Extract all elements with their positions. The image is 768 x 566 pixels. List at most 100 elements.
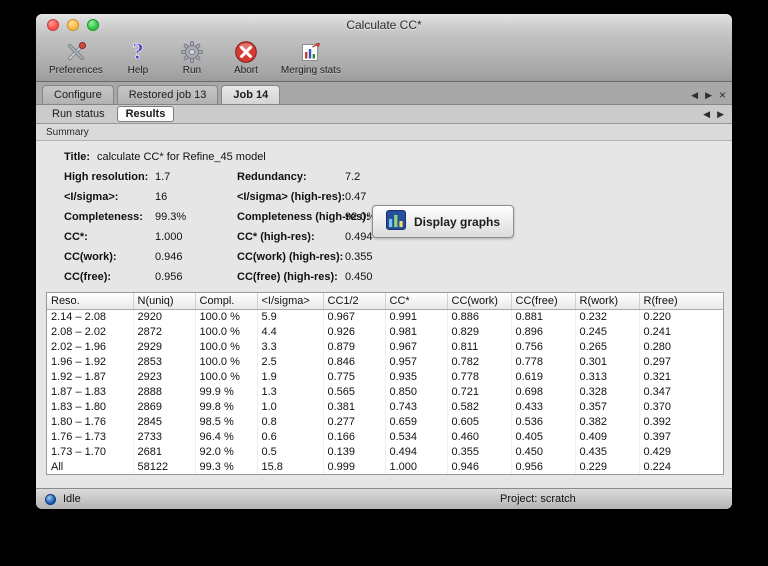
toolbar-label: Help bbox=[127, 65, 149, 76]
table-cell: 1.3 bbox=[257, 384, 324, 399]
summary-value: 0.450 bbox=[345, 271, 373, 283]
table-cell: 0.782 bbox=[447, 354, 512, 369]
table-cell: 0.957 bbox=[385, 354, 448, 369]
table-cell: 99.3 % bbox=[195, 459, 258, 474]
merging-stats-button[interactable]: Merging stats bbox=[278, 38, 344, 77]
subtab-scroll-right-icon[interactable]: ▶ bbox=[717, 109, 724, 120]
table-cell: 0.229 bbox=[575, 459, 640, 474]
table-cell: 58122 bbox=[133, 459, 196, 474]
table-cell: 0.536 bbox=[511, 414, 576, 429]
table-cell: 0.321 bbox=[639, 369, 723, 384]
column-header-r-free[interactable]: R(free) bbox=[639, 293, 723, 310]
table-row[interactable]: 2.08 – 2.02 2872 100.0 % 4.4 0.926 0.981 0.829… bbox=[47, 324, 723, 339]
help-button[interactable]: ? Help bbox=[116, 38, 160, 77]
table-cell: 100.0 % bbox=[195, 324, 258, 339]
table-row[interactable]: 2.14 – 2.08 2920 100.0 % 5.9 0.967 0.991 0.886… bbox=[47, 309, 723, 324]
zoom-window-button[interactable] bbox=[87, 19, 99, 31]
tab-scroll-right-icon[interactable]: ▶ bbox=[705, 90, 712, 100]
table-row[interactable]: 1.92 – 1.87 2923 100.0 % 1.9 0.775 0.935 0.778… bbox=[47, 369, 723, 384]
table-cell: 1.73 – 1.70 bbox=[47, 444, 134, 459]
summary-label: CC(free): bbox=[64, 271, 112, 283]
column-header-i-sigma[interactable]: <I/sigma> bbox=[257, 293, 324, 310]
toolbar-label: Abort bbox=[233, 65, 258, 76]
abort-button[interactable]: Abort bbox=[224, 38, 268, 77]
table-cell: All bbox=[47, 459, 134, 474]
table-cell: 0.429 bbox=[639, 444, 723, 459]
tab-restored-job-13[interactable]: Restored job 13 bbox=[116, 85, 219, 104]
table-cell: 0.698 bbox=[511, 384, 576, 399]
table-row[interactable]: 1.73 – 1.70 2681 92.0 % 0.5 0.139 0.494 0.355 0… bbox=[47, 444, 723, 459]
preferences-button[interactable]: Preferences bbox=[46, 38, 106, 77]
desktop-background: Calculate CC* Preferences ? Help Run Abo… bbox=[0, 0, 768, 566]
table-cell: 0.829 bbox=[447, 324, 512, 339]
minimize-window-button[interactable] bbox=[67, 19, 79, 31]
table-row[interactable]: 1.76 – 1.73 2733 96.4 % 0.6 0.166 0.534 0.460 0… bbox=[47, 429, 723, 444]
table-cell: 2920 bbox=[133, 309, 196, 324]
table-cell: 0.811 bbox=[447, 339, 512, 354]
summary-label: Redundancy: bbox=[237, 171, 307, 183]
table-cell: 0.405 bbox=[511, 429, 576, 444]
summary-value: calculate CC* for Refine_45 model bbox=[97, 151, 266, 163]
column-header-r-work[interactable]: R(work) bbox=[575, 293, 640, 310]
tab-scroll-left-icon[interactable]: ◀ bbox=[691, 90, 698, 100]
column-header-reso[interactable]: Reso. bbox=[47, 293, 134, 310]
table-cell: 1.83 – 1.80 bbox=[47, 399, 134, 414]
summary-label: CC(work): bbox=[64, 251, 117, 263]
table-cell: 100.0 % bbox=[195, 339, 258, 354]
table-cell: 2929 bbox=[133, 339, 196, 354]
tab-configure[interactable]: Configure bbox=[42, 85, 114, 104]
tab-results[interactable]: Results bbox=[116, 106, 175, 122]
table-row[interactable]: All 58122 99.3 % 15.8 0.999 1.000 0.946 0.956 0.… bbox=[47, 459, 723, 474]
table-cell: 0.619 bbox=[511, 369, 576, 384]
table-row[interactable]: 2.02 – 1.96 2929 100.0 % 3.3 0.879 0.967 0.811… bbox=[47, 339, 723, 354]
table-row[interactable]: 1.83 – 1.80 2869 99.8 % 1.0 0.381 0.743 0.582 0… bbox=[47, 399, 723, 414]
table-cell: 0.370 bbox=[639, 399, 723, 414]
table-cell: 0.850 bbox=[385, 384, 448, 399]
status-indicator-icon bbox=[45, 493, 56, 505]
column-header-n-uniq[interactable]: N(uniq) bbox=[133, 293, 196, 310]
table-cell: 99.9 % bbox=[195, 384, 258, 399]
column-header-cc-work[interactable]: CC(work) bbox=[447, 293, 512, 310]
table-row[interactable]: 1.96 – 1.92 2853 100.0 % 2.5 0.846 0.957 0.782… bbox=[47, 354, 723, 369]
table-cell: 0.433 bbox=[511, 399, 576, 414]
window-controls bbox=[47, 19, 99, 31]
results-panel: Title: calculate CC* for Refine_45 model… bbox=[36, 141, 732, 488]
subtab-scroll-left-icon[interactable]: ◀ bbox=[703, 109, 710, 120]
display-graphs-label: Display graphs bbox=[414, 214, 501, 229]
tab-close-icon[interactable]: × bbox=[719, 89, 726, 101]
column-header-compl[interactable]: Compl. bbox=[195, 293, 258, 310]
table-cell: 2869 bbox=[133, 399, 196, 414]
column-header-cc-free[interactable]: CC(free) bbox=[511, 293, 576, 310]
table-cell: 0.392 bbox=[639, 414, 723, 429]
bar-chart-icon bbox=[386, 210, 406, 233]
summary-label: Completeness (high-res): bbox=[237, 211, 370, 223]
project-label: Project: scratch bbox=[500, 493, 576, 505]
table-cell: 2923 bbox=[133, 369, 196, 384]
table-cell: 0.245 bbox=[575, 324, 640, 339]
summary-label: <I/sigma>: bbox=[64, 191, 119, 203]
run-button[interactable]: Run bbox=[170, 38, 214, 77]
summary-section-label: Summary bbox=[46, 126, 89, 138]
summary-value: 7.2 bbox=[345, 171, 361, 183]
abort-icon bbox=[234, 39, 258, 65]
table-row[interactable]: 1.80 – 1.76 2845 98.5 % 0.8 0.277 0.659 0.605 0… bbox=[47, 414, 723, 429]
summary-label: CC* (high-res): bbox=[237, 231, 315, 243]
table-cell: 0.5 bbox=[257, 444, 324, 459]
titlebar[interactable]: Calculate CC* bbox=[36, 14, 732, 36]
tab-controls: ◀ ▶ × bbox=[691, 89, 726, 104]
table-row[interactable]: 1.87 – 1.83 2888 99.9 % 1.3 0.565 0.850 0.721 0… bbox=[47, 384, 723, 399]
tab-run-status[interactable]: Run status bbox=[44, 107, 113, 121]
table-cell: 1.76 – 1.73 bbox=[47, 429, 134, 444]
table-cell: 0.241 bbox=[639, 324, 723, 339]
tab-job-14[interactable]: Job 14 bbox=[221, 85, 281, 104]
table-cell: 1.80 – 1.76 bbox=[47, 414, 134, 429]
column-header-cc1-2[interactable]: CC1/2 bbox=[323, 293, 386, 310]
table-cell: 2.02 – 1.96 bbox=[47, 339, 134, 354]
summary-value: 16 bbox=[155, 191, 168, 203]
display-graphs-button[interactable]: Display graphs bbox=[372, 205, 515, 238]
column-header-cc[interactable]: CC* bbox=[385, 293, 448, 310]
table-cell: 0.775 bbox=[323, 369, 386, 384]
table-cell: 0.981 bbox=[385, 324, 448, 339]
table-cell: 1.96 – 1.92 bbox=[47, 354, 134, 369]
close-window-button[interactable] bbox=[47, 19, 59, 31]
